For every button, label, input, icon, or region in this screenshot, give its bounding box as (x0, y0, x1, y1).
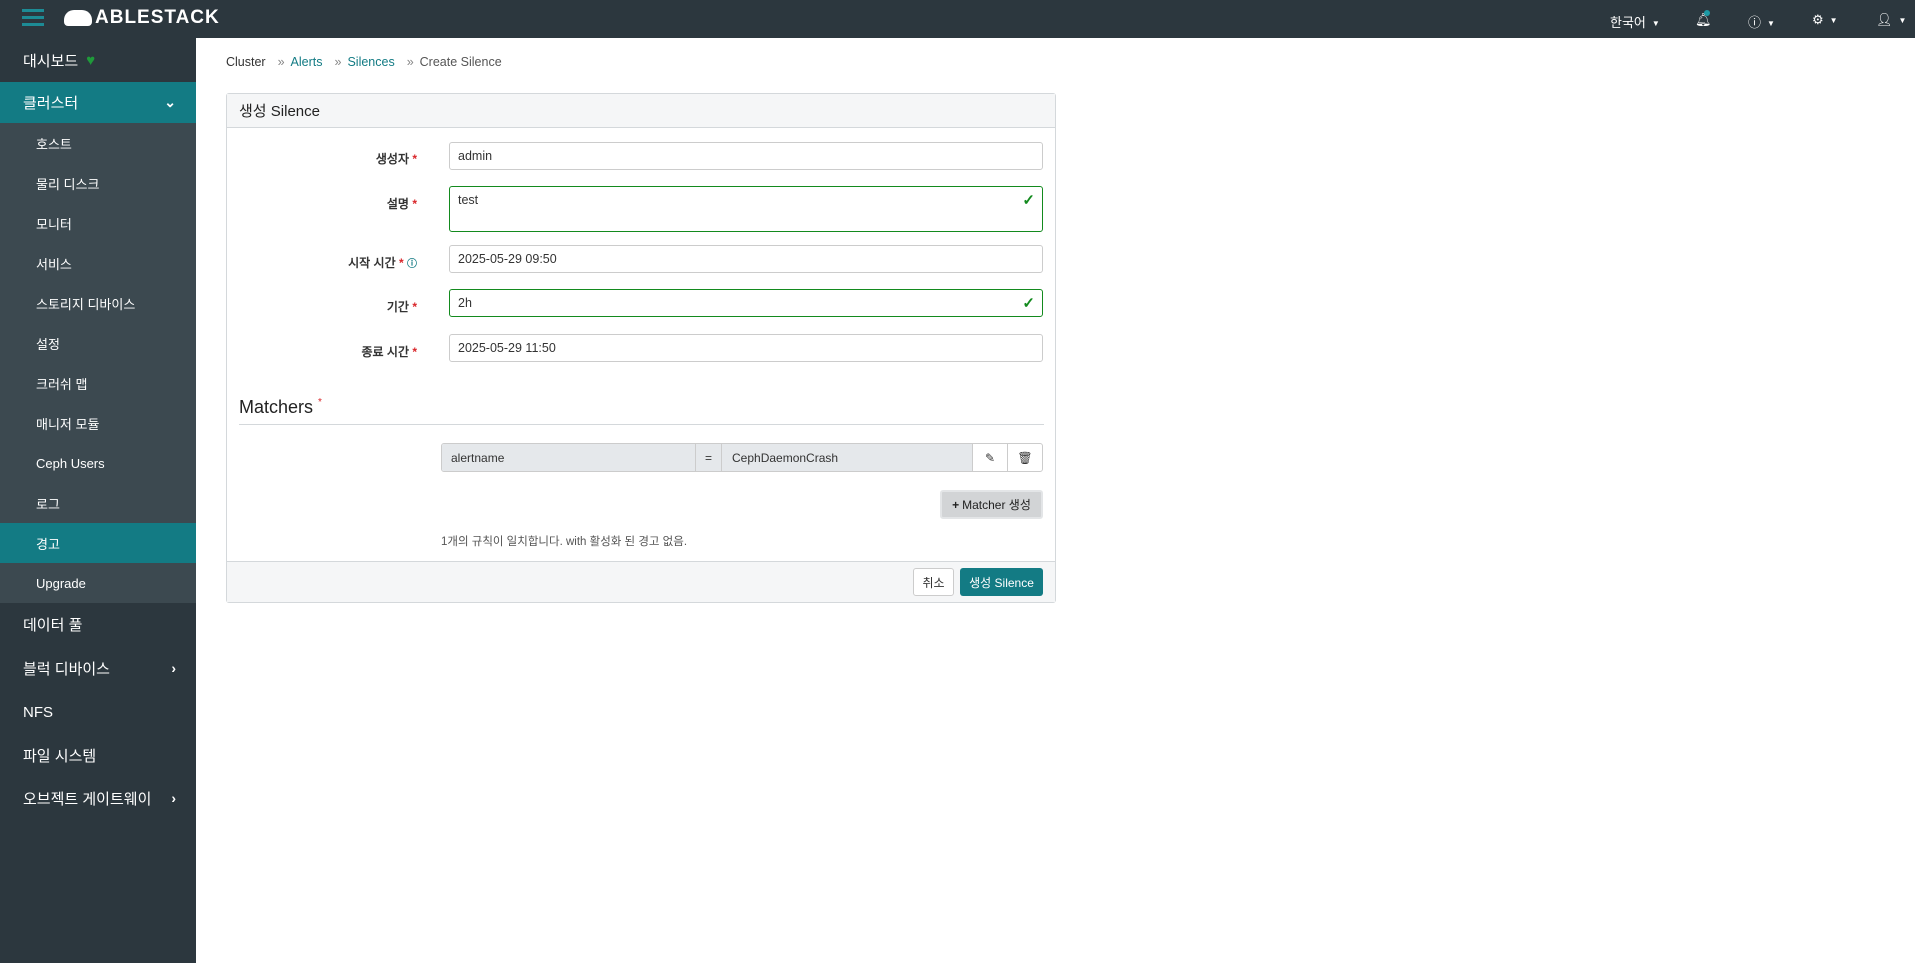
label: NFS (23, 703, 53, 721)
user-icon: 👤︎ (1876, 12, 1893, 27)
heartbeat-icon: ♥ (86, 51, 96, 69)
settings-dropdown[interactable]: ⚙ ▼ (1812, 12, 1838, 28)
form-title: 생성 Silence (227, 94, 1055, 128)
creator-input[interactable]: admin (449, 142, 1043, 170)
sidebar-item-nfs[interactable]: NFS (0, 692, 196, 732)
sidebar-subitem[interactable]: 경고 (0, 523, 196, 563)
help-dropdown[interactable]: ⓘ ▼ (1748, 12, 1775, 31)
sidebar-subitem[interactable]: 매니저 모듈 (0, 403, 196, 443)
comment-value: test (458, 193, 479, 207)
help-icon: ⓘ (407, 259, 417, 270)
match-info-text: 1개의 규칙이 일치합니다. with 활성화 된 경고 없음. (441, 536, 688, 548)
sidebar-subitem[interactable]: 호스트 (0, 123, 196, 163)
sidebar-subitem[interactable]: 설정 (0, 323, 196, 363)
breadcrumb-alerts[interactable]: Alerts (291, 55, 323, 69)
sidebar-item-filesystem[interactable]: 파일 시스템 (0, 735, 196, 775)
creator-label: 생성자 * (375, 152, 417, 166)
matcher-name: alertname (442, 444, 696, 471)
language-label: 한국어 (1610, 15, 1646, 30)
pencil-icon: ✎ (984, 450, 996, 465)
label: 파일 시스템 (23, 747, 97, 765)
chevron-right-icon: › (171, 660, 176, 676)
sidebar-subitem[interactable]: Upgrade (0, 563, 196, 603)
create-silence-form: 생성 Silence 생성자 * admin 설명 * test ✓ 시작 시간 … (226, 93, 1056, 603)
chevron-down-icon: ⌄ (164, 94, 176, 110)
label: 오브젝트 게이트웨이 (23, 790, 152, 808)
sidebar-subitem[interactable]: 스토리지 디바이스 (0, 283, 196, 323)
cloud-icon (64, 10, 92, 26)
breadcrumb: Cluster» Alerts» Silences» Create Silence (226, 55, 502, 69)
label: 클러스터 (23, 95, 79, 112)
matcher-operator: = (696, 444, 722, 471)
breadcrumb-silences[interactable]: Silences (347, 55, 394, 69)
cancel-button[interactable]: 취소 (913, 568, 954, 596)
chevron-right-icon: › (171, 790, 176, 806)
brand-logo[interactable]: ABLESTACK (64, 7, 220, 29)
label: 데이터 풀 (23, 616, 83, 634)
breadcrumb-cluster: Cluster (226, 55, 266, 69)
plus-icon: + (952, 497, 960, 512)
sidebar-item-object-gateway[interactable]: 오브젝트 게이트웨이 › (0, 778, 196, 818)
sidebar-subitem[interactable]: 로그 (0, 483, 196, 523)
check-icon: ✓ (1022, 192, 1035, 209)
breadcrumb-current: Create Silence (419, 55, 502, 69)
matchers-heading: Matchers * (239, 397, 1044, 425)
sidebar-item-dashboard[interactable]: 대시보드 ♥ (0, 38, 196, 82)
submit-silence-button[interactable]: 생성 Silence (960, 568, 1043, 596)
sidebar-subitem[interactable]: Ceph Users (0, 443, 196, 483)
comment-label: 설명 * (386, 197, 417, 211)
duration-value: 2h (458, 296, 472, 310)
check-icon: ✓ (1022, 295, 1035, 312)
end-time-label: 종료 시간 * (361, 345, 417, 359)
sidebar-subitem[interactable]: 서비스 (0, 243, 196, 283)
trash-icon: 🗑︎ (1017, 450, 1033, 465)
sidebar-item-block[interactable]: 블럭 디바이스 › (0, 648, 196, 688)
comment-textarea[interactable]: test ✓ (449, 186, 1043, 232)
matcher-row: alertname = CephDaemonCrash ✎ 🗑︎ (441, 443, 1043, 472)
notifications-bell-icon[interactable]: 🔔︎ (1695, 10, 1712, 28)
add-matcher-button[interactable]: + Matcher 생성 (940, 490, 1043, 519)
sidebar-subitem[interactable]: 크러쉬 맵 (0, 363, 196, 403)
end-time-input[interactable]: 2025-05-29 11:50 (449, 334, 1043, 362)
start-time-label: 시작 시간 * ⓘ (348, 256, 417, 270)
duration-input[interactable]: 2h ✓ (449, 289, 1043, 317)
duration-label: 기간 * (386, 300, 417, 314)
start-time-input[interactable]: 2025-05-29 09:50 (449, 245, 1043, 273)
menu-toggle-icon[interactable] (22, 9, 44, 27)
language-dropdown[interactable]: 한국어 ▼ (1610, 12, 1660, 31)
sidebar-subitem[interactable]: 물리 디스크 (0, 163, 196, 203)
sidebar-item-pools[interactable]: 데이터 풀 (0, 604, 196, 644)
sidebar-item-cluster[interactable]: 클러스터 ⌄ (0, 82, 196, 123)
label: 블럭 디바이스 (23, 660, 110, 678)
edit-matcher-button[interactable]: ✎ (973, 444, 1008, 471)
help-icon: ⓘ (1748, 15, 1762, 30)
sidebar-subitem[interactable]: 모니터 (0, 203, 196, 243)
user-dropdown[interactable]: 👤︎ ▼ (1876, 12, 1906, 28)
sidebar: 대시보드 ♥ 클러스터 ⌄ 호스트 물리 디스크 모니터 서비스 스토리지 디바이스 설정 크러… (0, 38, 196, 963)
brand-name: ABLESTACK (95, 7, 220, 28)
label: Matcher 생성 (962, 498, 1031, 512)
form-footer: 취소 생성 Silence (227, 561, 1055, 602)
top-navbar: ABLESTACK 한국어 ▼ 🔔︎ ⓘ ▼ ⚙ ▼ 👤︎ ▼ (0, 0, 1915, 38)
gear-icon: ⚙ (1812, 12, 1824, 27)
delete-matcher-button[interactable]: 🗑︎ (1008, 444, 1042, 471)
matcher-value: CephDaemonCrash (722, 444, 973, 471)
label: 대시보드 (23, 52, 79, 70)
